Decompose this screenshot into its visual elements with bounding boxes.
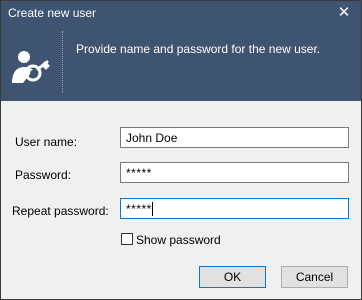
show-password-checkbox[interactable] xyxy=(121,233,133,245)
repeat-password-value: ***** xyxy=(126,202,152,216)
password-label: Password: xyxy=(15,168,72,182)
ok-button[interactable]: OK xyxy=(199,266,266,288)
banner-description: Provide name and password for the new us… xyxy=(76,42,321,56)
password-field[interactable]: ***** xyxy=(120,162,349,183)
banner-separator xyxy=(62,31,63,93)
dialog-window: Create new user ✕ Provide name and passw… xyxy=(0,0,362,300)
show-password-label[interactable]: Show password xyxy=(136,233,221,247)
close-button[interactable]: ✕ xyxy=(327,1,361,25)
username-field[interactable]: John Doe xyxy=(120,127,349,148)
window-title: Create new user xyxy=(8,6,97,20)
cancel-button[interactable]: Cancel xyxy=(281,266,348,288)
title-bar[interactable]: Create new user ✕ xyxy=(1,1,361,25)
user-with-key-icon xyxy=(12,51,50,83)
password-value: ***** xyxy=(126,166,152,180)
username-label: User name: xyxy=(15,135,78,149)
repeat-password-label: Repeat password: xyxy=(12,204,109,218)
text-caret xyxy=(151,202,153,216)
username-value: John Doe xyxy=(126,131,178,145)
repeat-password-field[interactable]: ***** xyxy=(120,198,349,219)
header-banner: Provide name and password for the new us… xyxy=(1,25,361,101)
